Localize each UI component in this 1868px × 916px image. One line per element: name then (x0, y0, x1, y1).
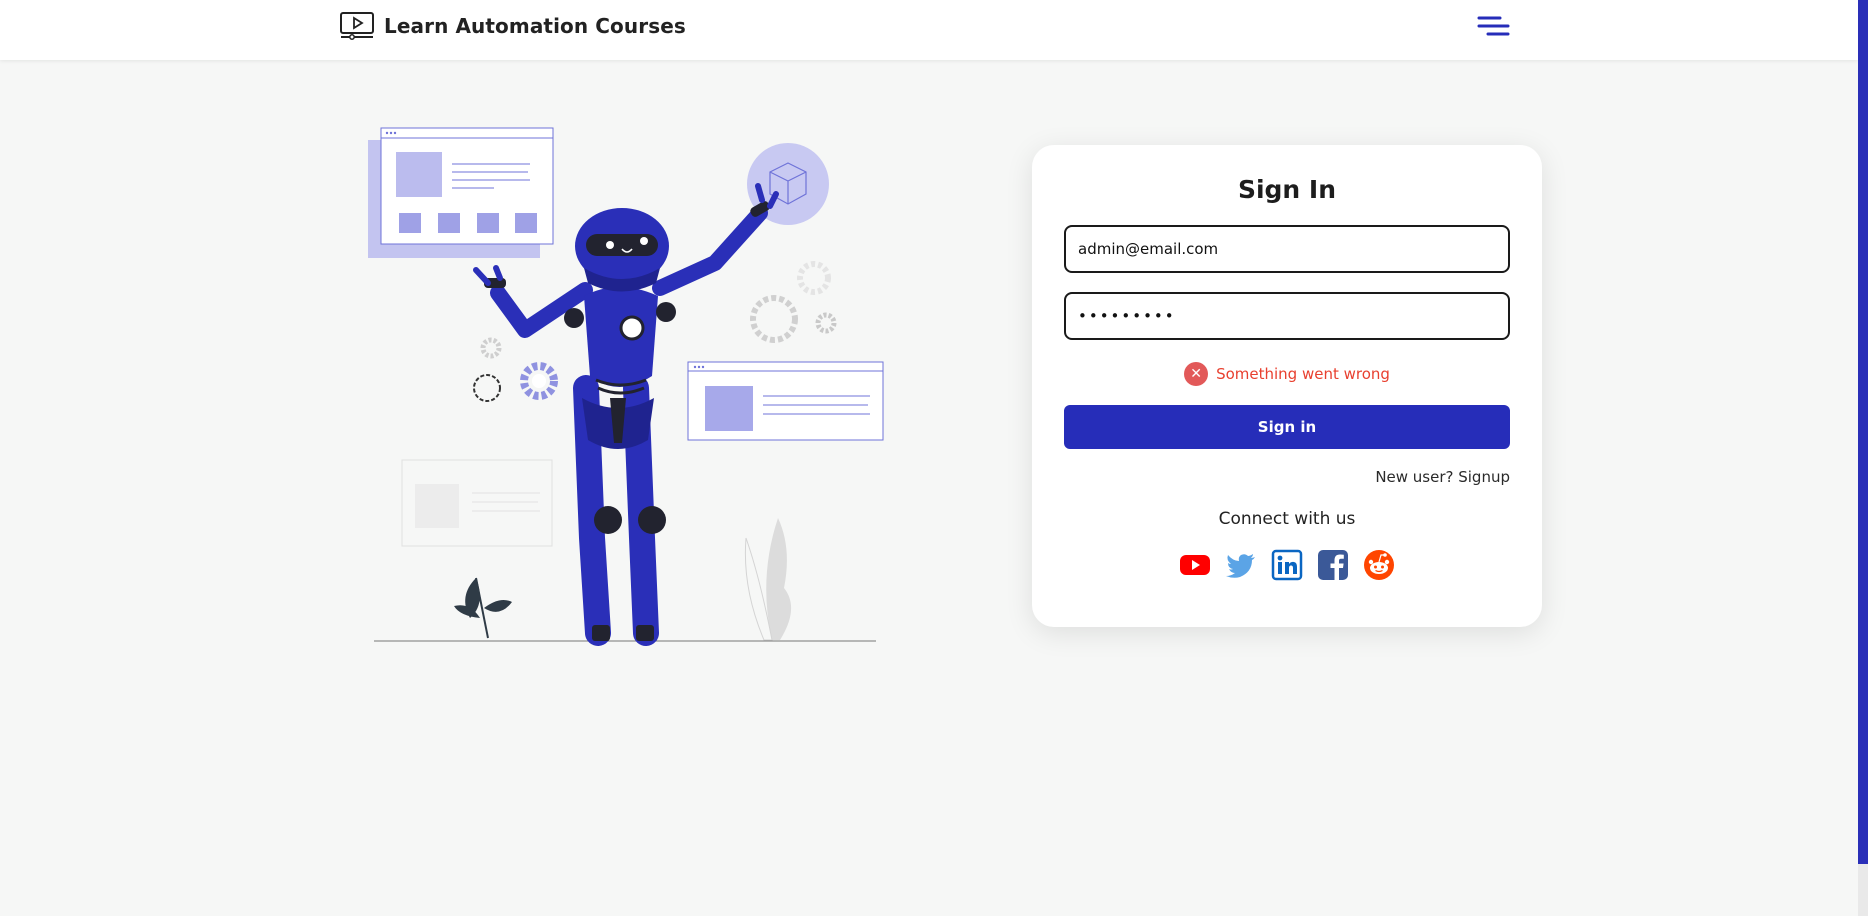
video-player-icon (340, 12, 374, 40)
robot-illustration (368, 127, 884, 646)
password-field[interactable] (1064, 292, 1510, 340)
linkedin-icon[interactable] (1271, 549, 1303, 581)
error-text: Something went wrong (1216, 365, 1390, 383)
brand[interactable]: Learn Automation Courses (340, 12, 686, 40)
facebook-icon[interactable] (1317, 549, 1349, 581)
signin-button[interactable]: Sign in (1064, 405, 1510, 449)
reddit-icon[interactable] (1363, 549, 1395, 581)
signup-link[interactable]: New user? Signup (1375, 468, 1510, 486)
youtube-icon[interactable] (1179, 549, 1211, 581)
signin-title: Sign In (1237, 175, 1337, 204)
error-message: ✕ Something went wrong (1032, 362, 1542, 386)
connect-label: Connect with us (1218, 509, 1356, 529)
brand-title: Learn Automation Courses (384, 14, 686, 38)
social-links (1032, 549, 1542, 581)
signin-card: Sign In ✕ Something went wrong Sign in N… (1032, 145, 1542, 627)
twitter-icon[interactable] (1225, 549, 1257, 581)
scrollbar-thumb[interactable] (1858, 0, 1868, 864)
close-circle-icon: ✕ (1184, 362, 1209, 386)
scrollbar-track[interactable] (1858, 0, 1868, 916)
hamburger-menu-icon[interactable] (1476, 12, 1510, 40)
email-field[interactable] (1064, 225, 1510, 273)
top-navbar: Learn Automation Courses (0, 0, 1858, 60)
